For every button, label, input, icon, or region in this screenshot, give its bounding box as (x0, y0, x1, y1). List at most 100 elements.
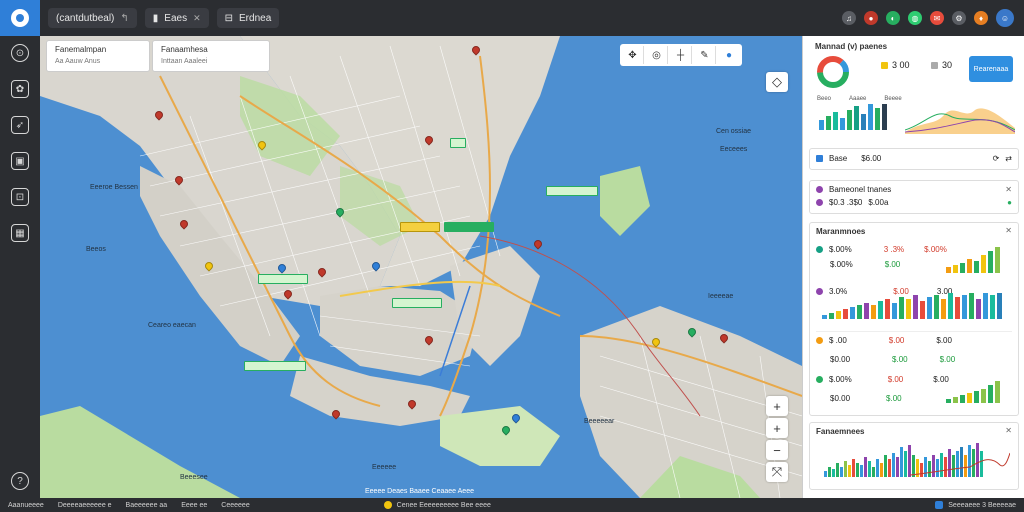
grid-icon[interactable]: ▦ (11, 224, 29, 242)
legend-item: Beeo (817, 96, 832, 102)
panel-title: Mannad (v) paenes (815, 42, 888, 51)
map-tag[interactable] (400, 222, 440, 232)
map-tag[interactable] (244, 361, 306, 371)
map-tag[interactable] (444, 222, 494, 232)
avatar[interactable]: ☺ (996, 9, 1014, 27)
metric-change: 3 .3% (883, 245, 905, 254)
locate-icon[interactable]: ● (718, 46, 740, 64)
refresh-icon[interactable]: ⟳ (993, 154, 1000, 163)
map-place-label: Eeeroe Bessen (90, 184, 138, 191)
filter-label: Base (829, 154, 848, 163)
filter-value: $6.00 (861, 154, 882, 163)
map-icon[interactable]: ▣ (11, 152, 29, 170)
event-dot (816, 186, 823, 193)
metric-change: $.00 (884, 260, 901, 269)
legend-item: Aaaee (849, 96, 867, 102)
panel-title: Fanaemnees (816, 427, 865, 436)
status-item[interactable]: Ceeeeee (221, 502, 249, 509)
map-tag[interactable] (392, 298, 442, 308)
profile-icon[interactable]: ♦ (974, 11, 988, 25)
location-card-2[interactable]: Fanaamhesa Inttaan Aaaleei (152, 40, 270, 72)
summary-area-chart (905, 108, 1015, 134)
map-place-label: Beeesee (180, 474, 208, 481)
donut-chart (817, 56, 849, 88)
metric-value: $0.00 (830, 394, 851, 403)
metric-row: $.00% $.00 $.00 $0.00 $.00 (816, 375, 1012, 403)
stat-value: 30 (942, 60, 953, 70)
alert-icon[interactable]: ● (864, 11, 878, 25)
tab-separator-icon: ↰ (120, 12, 129, 24)
app-logo-icon[interactable] (0, 0, 40, 36)
panel-title: Maranmnoes (816, 227, 866, 236)
report-icon[interactable]: ⊡ (11, 188, 29, 206)
measure-icon[interactable]: ┼ (670, 46, 692, 64)
status-item[interactable]: Aaanueeee (8, 502, 44, 509)
close-icon[interactable]: ✕ (193, 13, 201, 24)
folder-icon: ⊟ (224, 12, 234, 24)
event-dot (816, 199, 823, 206)
status-item[interactable]: Baeeeeee aa (126, 502, 168, 509)
metric-change: $.00 (886, 394, 902, 403)
app-badge-icon (935, 501, 944, 509)
event-value: $0.3 .3$0 (829, 198, 863, 207)
filter-swatch (816, 155, 823, 162)
map-place-label: Ieeeeae (708, 293, 734, 300)
settings-icon[interactable]: ⚙ (952, 11, 966, 25)
report-button[interactable]: Rearenaaa (969, 56, 1013, 82)
dashboard-icon[interactable]: ⊙ (11, 44, 29, 62)
stat-a: 3 00 (881, 60, 910, 70)
metric-change: $.00 (888, 336, 905, 345)
help-icon[interactable]: ? (11, 472, 29, 490)
zoom-out-button[interactable]: − (766, 440, 788, 460)
share-icon[interactable]: ⇄ (1005, 154, 1012, 163)
fullscreen-button[interactable]: ⤧ (766, 462, 788, 482)
globe-icon[interactable]: ◐ (886, 11, 900, 25)
trend-line (910, 452, 1010, 476)
metric-value: $.00% (830, 260, 853, 269)
layers-icon[interactable]: ✿ (11, 80, 29, 98)
tab-third[interactable]: ⊟ Erdnea (216, 8, 280, 28)
card-subtitle: Inttaan Aaaleei (161, 58, 208, 65)
route-icon[interactable]: ➶ (11, 116, 29, 134)
status-center: Cenee Eeeeeeeeee Bee eeee (383, 501, 491, 509)
metric-dot (816, 246, 823, 253)
draw-icon[interactable]: ✎ (694, 46, 716, 64)
metric-row: $ .00 $.00 $.00 $0.00 $.00 $.00 (816, 331, 1012, 364)
status-item[interactable]: Eeee ee (181, 502, 207, 509)
chat-icon[interactable]: ◍ (908, 11, 922, 25)
filter-bar: Base $6.00 ⟳ ⇄ (809, 148, 1019, 170)
layers-toggle-icon[interactable]: ◎ (646, 46, 668, 64)
status-bar: Aaanueeee Deeeeaeeeeee e Baeeeeee aa Eee… (0, 498, 1024, 512)
location-card-1[interactable]: Fanemalmpan Aa Aauw Anus (46, 40, 150, 72)
compass-button[interactable]: ◇ (766, 72, 788, 92)
pan-icon[interactable]: ✥ (622, 46, 644, 64)
map-tag[interactable] (450, 138, 466, 148)
toggle-icon[interactable]: ● (1007, 198, 1012, 207)
tab-second[interactable]: ▮ Eaes ✕ (144, 8, 209, 28)
left-sidebar: ⊙ ✿ ➶ ▣ ⊡ ▦ ? (0, 36, 40, 498)
close-icon[interactable]: ✕ (1005, 185, 1012, 194)
status-item[interactable]: Deeeeaeeeeee e (58, 502, 112, 509)
map-place-label: Eeceees (720, 146, 748, 153)
zoom-center-button[interactable]: + (766, 418, 788, 438)
map-place-label: Beeeeear (584, 418, 615, 425)
notification-icon[interactable]: ✉ (930, 11, 944, 25)
map-canvas (40, 36, 802, 498)
chart-legend: Beeo Aaaee Beeee (817, 96, 902, 102)
legend-item: Beeee (884, 96, 902, 102)
metric-row: 3.0% $.00 3.00 (816, 287, 1012, 319)
card-subtitle: Aa Aauw Anus (55, 58, 101, 65)
status-center-text: Cenee Eeeeeeeeee Bee eeee (396, 501, 491, 509)
zoom-in-button[interactable]: + (766, 396, 788, 416)
tab-main[interactable]: (cantdutbeal) ↰ (48, 8, 137, 28)
metric-change: $.00% (924, 245, 947, 254)
map-tag[interactable] (546, 186, 598, 196)
map-view[interactable]: Fanemalmpan Aa Aauw Anus Fanaamhesa Intt… (40, 36, 802, 498)
bell-icon[interactable]: ♫ (842, 11, 856, 25)
metric-dot (816, 337, 823, 344)
close-icon[interactable]: ✕ (1005, 426, 1012, 435)
map-tag[interactable] (258, 274, 308, 284)
metric-bar-chart (946, 381, 1001, 403)
metric-change: $.00 (939, 355, 956, 364)
close-icon[interactable]: ✕ (1005, 226, 1012, 235)
